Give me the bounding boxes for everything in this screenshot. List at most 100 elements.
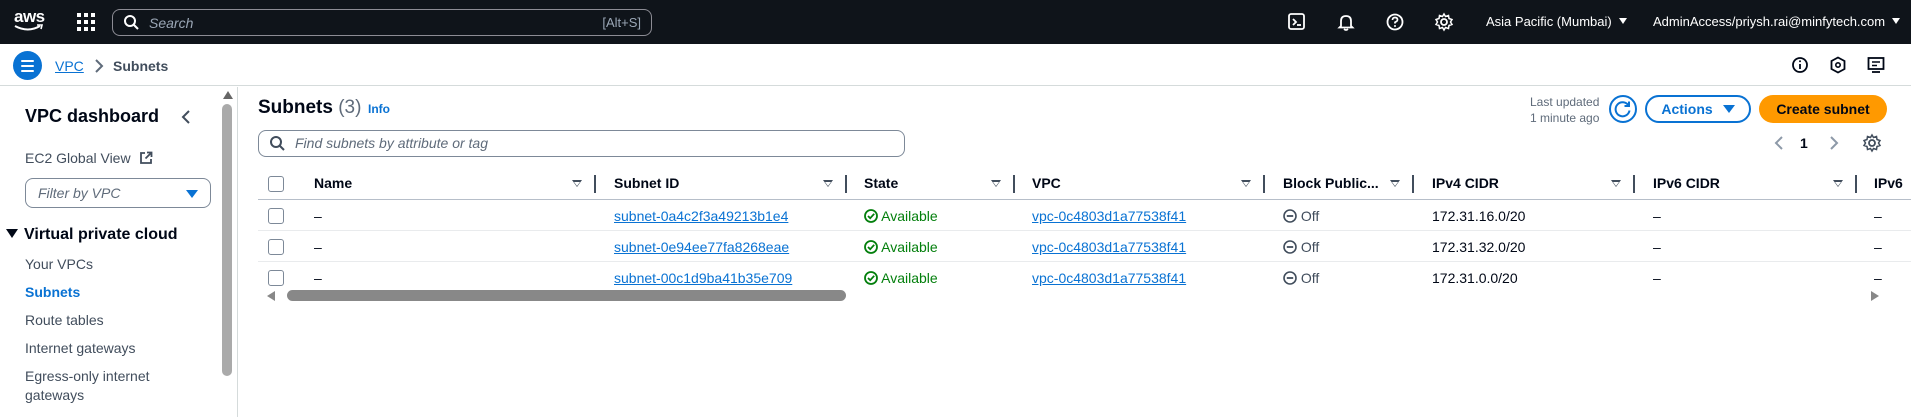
column-resizer[interactable] <box>1633 175 1635 193</box>
subnet-count: (3) <box>338 97 362 118</box>
cell-state: Available <box>864 208 938 224</box>
cell-state: Available <box>864 270 938 286</box>
column-header-vpc[interactable]: VPC <box>1032 175 1061 191</box>
sidebar-section-virtual-private-cloud[interactable]: Virtual private cloud <box>6 226 178 244</box>
aws-logo-text: aws <box>14 7 45 26</box>
filter-by-vpc-select[interactable] <box>25 178 211 208</box>
gear-icon[interactable] <box>1434 12 1454 32</box>
column-header-subnet-id[interactable]: Subnet ID <box>614 175 679 191</box>
sidebar-item-egress-only-internet-gateways[interactable]: Egress-only internet gateways <box>25 367 175 405</box>
notifications-hexagon-icon[interactable] <box>1829 56 1847 74</box>
cell-subnet-id-link[interactable]: subnet-00c1d9ba41b35e709 <box>614 270 792 286</box>
table-row[interactable]: – subnet-0a4c2f3a49213b1e4 Available vpc… <box>258 200 1911 231</box>
filter-by-vpc-input[interactable] <box>38 185 178 201</box>
region-selector[interactable]: Asia Pacific (Mumbai) <box>1486 14 1627 29</box>
info-circle-icon[interactable] <box>1791 56 1809 74</box>
column-resizer[interactable] <box>1263 175 1265 193</box>
sort-icon[interactable] <box>1241 180 1251 187</box>
sidebar-item-subnets[interactable]: Subnets <box>25 283 175 302</box>
column-resizer[interactable] <box>1855 175 1857 193</box>
sidebar-item-internet-gateways[interactable]: Internet gateways <box>25 339 175 358</box>
column-header-block-public-access[interactable]: Block Public... <box>1283 175 1379 191</box>
search-shortcut: [Alt+S] <box>602 15 641 30</box>
column-resizer[interactable] <box>594 175 596 193</box>
menu-toggle-button[interactable] <box>13 51 42 80</box>
services-grid-icon[interactable] <box>77 13 95 31</box>
column-header-ipv6-cidr[interactable]: IPv6 CIDR <box>1653 175 1720 191</box>
scroll-left-arrow-icon[interactable] <box>267 291 275 301</box>
help-icon[interactable] <box>1385 12 1405 32</box>
column-resizer[interactable] <box>1013 175 1015 193</box>
column-resizer[interactable] <box>1412 175 1414 193</box>
chevron-right-icon <box>95 59 104 73</box>
create-subnet-button[interactable]: Create subnet <box>1759 95 1887 123</box>
select-all-checkbox[interactable] <box>268 176 284 192</box>
scrollbar-thumb[interactable] <box>287 290 846 301</box>
column-header-ipv4-cidr[interactable]: IPv4 CIDR <box>1432 175 1499 191</box>
sort-icon[interactable] <box>572 180 582 187</box>
table-horizontal-scrollbar[interactable] <box>258 289 1911 303</box>
page-title-text: Subnets <box>258 97 333 118</box>
sort-icon[interactable] <box>823 180 833 187</box>
chevron-down-icon <box>1892 18 1901 24</box>
cloudshell-icon[interactable] <box>1287 12 1307 32</box>
account-label: AdminAccess/priysh.rai@minfytech.com <box>1653 14 1886 29</box>
aws-logo[interactable]: aws <box>14 7 48 35</box>
row-checkbox[interactable] <box>268 270 284 286</box>
sidebar: VPC dashboard EC2 Global View Virtual pr… <box>0 87 238 417</box>
status-success-icon <box>864 240 878 254</box>
column-resizer[interactable] <box>845 175 847 193</box>
last-updated-label: Last updated <box>1530 95 1600 109</box>
cell-state: Available <box>864 239 938 255</box>
cell-vpc-link[interactable]: vpc-0c4803d1a77538f41 <box>1032 208 1186 224</box>
sidebar-scrollbar[interactable] <box>220 91 234 417</box>
state-label: Available <box>881 239 938 255</box>
sidebar-item-ec2-global-view[interactable]: EC2 Global View <box>25 150 153 166</box>
actions-button[interactable]: Actions <box>1645 95 1751 123</box>
info-link[interactable]: Info <box>368 102 390 116</box>
bell-icon[interactable] <box>1336 12 1356 32</box>
global-search[interactable]: [Alt+S] <box>112 9 652 36</box>
find-subnets-input[interactable] <box>295 135 795 151</box>
table-header: Name Subnet ID State VPC Block Public...… <box>258 168 1911 200</box>
sort-icon[interactable] <box>991 180 1001 187</box>
row-checkbox[interactable] <box>268 208 284 224</box>
find-subnets-filter[interactable] <box>258 130 905 157</box>
sort-icon[interactable] <box>1611 180 1621 187</box>
page-title: Subnets (3) <box>258 97 361 119</box>
sort-icon[interactable] <box>1833 180 1843 187</box>
scroll-up-arrow-icon[interactable] <box>223 91 233 99</box>
sort-icon[interactable] <box>1390 180 1400 187</box>
table-row[interactable]: – subnet-0e94ee77fa8268eae Available vpc… <box>258 231 1911 262</box>
breadcrumb-current: Subnets <box>113 58 169 74</box>
cell-subnet-id-link[interactable]: subnet-0a4c2f3a49213b1e4 <box>614 208 788 224</box>
chevron-left-icon[interactable] <box>180 109 192 125</box>
feedback-screen-icon[interactable] <box>1867 56 1885 74</box>
account-menu[interactable]: AdminAccess/priysh.rai@minfytech.com <box>1653 14 1901 29</box>
search-input[interactable] <box>149 13 549 32</box>
cell-ipv6-cidr: – <box>1653 208 1661 224</box>
cell-ipv6: – <box>1874 208 1882 224</box>
sidebar-item-your-vpcs[interactable]: Your VPCs <box>25 255 175 274</box>
table-settings-gear-icon[interactable] <box>1862 133 1882 153</box>
top-navigation-bar: aws [Alt+S] Asia Pacific (Mumbai) <box>0 0 1911 44</box>
pagination-prev-icon[interactable] <box>1773 135 1785 151</box>
column-header-state[interactable]: State <box>864 175 898 191</box>
cell-subnet-id-link[interactable]: subnet-0e94ee77fa8268eae <box>614 239 789 255</box>
cell-vpc-link[interactable]: vpc-0c4803d1a77538f41 <box>1032 239 1186 255</box>
pagination-page-number[interactable]: 1 <box>1800 135 1808 151</box>
sidebar-item-label: EC2 Global View <box>25 150 131 166</box>
refresh-button[interactable] <box>1609 95 1637 123</box>
scrollbar-thumb[interactable] <box>222 104 232 376</box>
row-checkbox[interactable] <box>268 239 284 255</box>
scroll-right-arrow-icon[interactable] <box>1871 291 1879 301</box>
pagination-next-icon[interactable] <box>1828 135 1840 151</box>
cell-vpc-link[interactable]: vpc-0c4803d1a77538f41 <box>1032 270 1186 286</box>
column-header-name[interactable]: Name <box>314 175 352 191</box>
breadcrumb-vpc-link[interactable]: VPC <box>55 58 84 74</box>
column-header-ipv6[interactable]: IPv6 <box>1874 175 1903 191</box>
block-label: Off <box>1300 239 1320 255</box>
status-success-icon <box>864 209 878 223</box>
sidebar-item-route-tables[interactable]: Route tables <box>25 311 175 330</box>
section-label: Virtual private cloud <box>24 226 178 243</box>
